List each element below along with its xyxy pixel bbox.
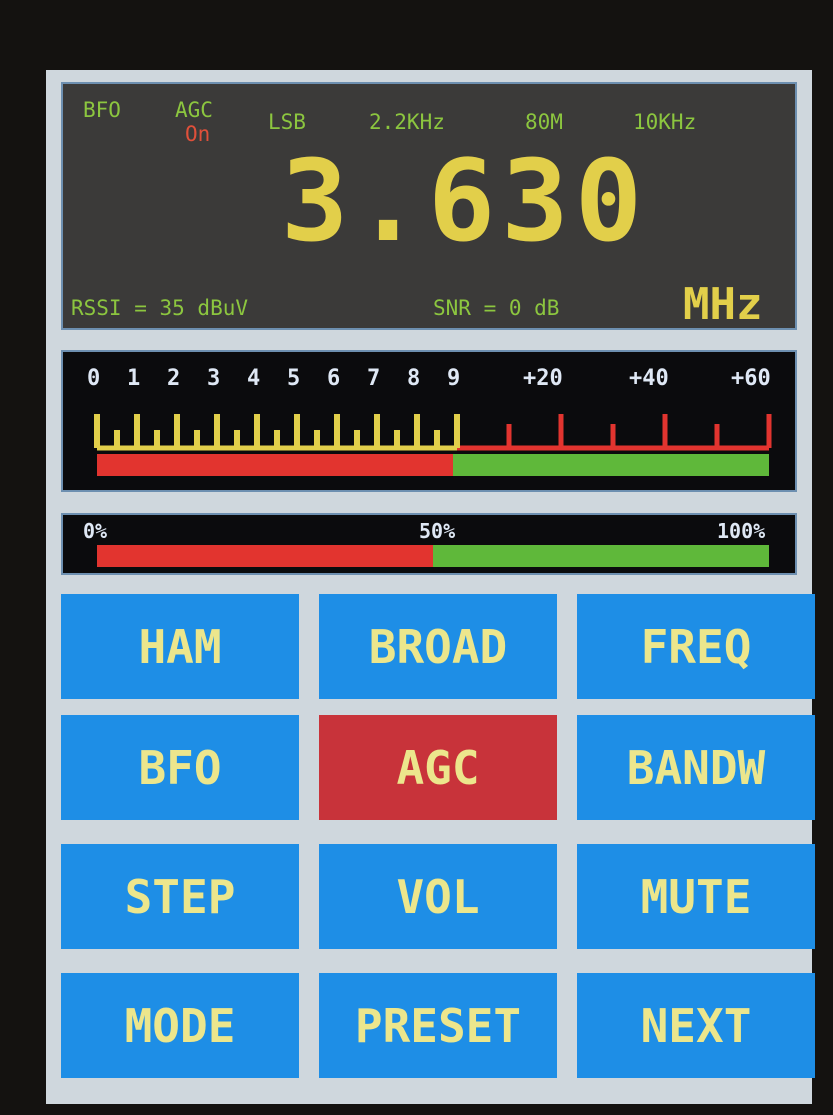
s-meter-level-high xyxy=(453,454,769,476)
s-meter-panel: 0 1 2 3 4 5 6 7 8 9 +20 +40 +60 xyxy=(61,350,797,492)
frequency-unit: MHz xyxy=(683,279,763,330)
ham-button[interactable]: HAM xyxy=(61,594,299,699)
vol-button[interactable]: VOL xyxy=(319,844,557,949)
step-button[interactable]: STEP xyxy=(61,844,299,949)
agc-state: On xyxy=(185,122,211,146)
broad-button[interactable]: BROAD xyxy=(319,594,557,699)
bandwidth-indicator: 2.2KHz xyxy=(369,110,445,134)
band-indicator: 80M xyxy=(525,110,563,134)
rssi-readout: RSSI = 35 dBuV xyxy=(71,296,249,320)
bandw-button[interactable]: BANDW xyxy=(577,715,815,820)
mode-button[interactable]: MODE xyxy=(61,973,299,1078)
s-meter-level-low xyxy=(97,454,454,476)
frequency-readout: 3.630 xyxy=(281,137,649,267)
step-indicator: 10KHz xyxy=(633,110,697,134)
volume-meter-panel: 0% 50% 100% xyxy=(61,513,797,575)
volume-label-min: 0% xyxy=(83,519,108,543)
mute-button[interactable]: MUTE xyxy=(577,844,815,949)
bfo-indicator: BFO xyxy=(83,98,121,122)
bfo-button[interactable]: BFO xyxy=(61,715,299,820)
freq-button[interactable]: FREQ xyxy=(577,594,815,699)
frequency-display-panel: BFO AGC On LSB 2.2KHz 80M 10KHz 3.630 MH… xyxy=(61,82,797,330)
agc-indicator: AGC xyxy=(175,98,213,122)
agc-button[interactable]: AGC xyxy=(319,715,557,820)
snr-readout: SNR = 0 dB xyxy=(433,296,560,320)
next-button[interactable]: NEXT xyxy=(577,973,815,1078)
volume-label-max: 100% xyxy=(717,519,766,543)
volume-level-high xyxy=(433,545,769,567)
mode-indicator: LSB xyxy=(268,110,306,134)
volume-label-mid: 50% xyxy=(419,519,456,543)
radio-screen: BFO AGC On LSB 2.2KHz 80M 10KHz 3.630 MH… xyxy=(46,70,815,1104)
preset-button[interactable]: PRESET xyxy=(319,973,557,1078)
volume-level-low xyxy=(97,545,433,567)
